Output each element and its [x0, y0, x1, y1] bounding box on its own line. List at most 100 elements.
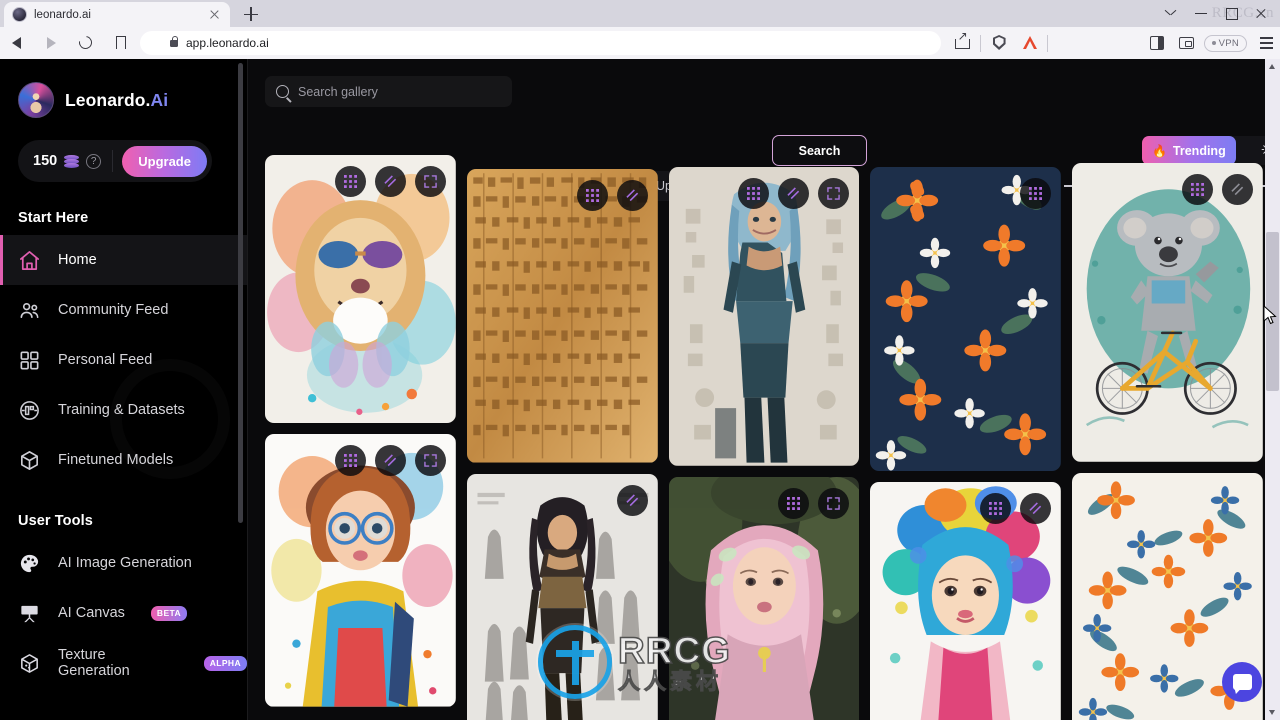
share-icon[interactable]	[947, 27, 977, 59]
sidebar-item-personal-feed[interactable]: Personal Feed	[0, 335, 247, 385]
remix-grid-icon[interactable]	[980, 493, 1012, 525]
scrollbar-up-arrow[interactable]	[1265, 59, 1280, 74]
gallery-card-blue-haired-fantasy-warrior[interactable]	[668, 167, 860, 466]
variations-icon[interactable]	[374, 166, 406, 197]
side-panel-icon[interactable]	[1141, 27, 1171, 59]
card-action-buttons	[1020, 178, 1052, 209]
variations-icon[interactable]	[1221, 174, 1253, 205]
variations-icon[interactable]	[778, 178, 810, 209]
address-bar[interactable]: app.leonardo.ai	[140, 31, 941, 55]
variations-icon[interactable]	[616, 484, 648, 516]
gallery-column	[265, 155, 456, 720]
expand-icon[interactable]	[414, 445, 446, 477]
back-button[interactable]	[0, 27, 34, 59]
reload-button[interactable]	[68, 27, 102, 59]
leonardo-favicon-icon	[12, 7, 27, 22]
remix-grid-icon[interactable]	[334, 445, 366, 477]
nav-section-title-user-tools: User Tools	[18, 513, 93, 529]
remix-grid-icon[interactable]	[778, 487, 810, 519]
window-close-icon[interactable]	[1246, 0, 1276, 27]
vpn-button[interactable]: VPN	[1203, 34, 1247, 52]
maximize-icon[interactable]	[1216, 0, 1246, 27]
page-scrollbar[interactable]	[1265, 59, 1280, 720]
toolbar-actions: VPN	[947, 27, 1280, 59]
coins-icon	[64, 154, 80, 168]
brand-name-text: Leonardo.	[65, 89, 151, 110]
expand-icon[interactable]	[818, 178, 850, 209]
sidebar-item-finetuned-models[interactable]: Finetuned Models	[0, 435, 247, 485]
bookmark-button[interactable]	[102, 27, 136, 59]
brand-logo[interactable]: Leonardo.Ai	[0, 59, 247, 118]
search-input[interactable]	[298, 84, 501, 99]
sidebar-scrollbar[interactable]	[238, 63, 243, 523]
leonardo-avatar	[18, 82, 54, 118]
gallery-card-girl-with-blue-glasses-colorful-splash[interactable]	[265, 434, 456, 707]
home-icon	[18, 249, 41, 272]
sidebar-item-home[interactable]: Home	[0, 235, 247, 285]
browser-tab[interactable]: leonardo.ai	[4, 2, 230, 27]
sidebar-item-training-datasets[interactable]: Training & Datasets	[0, 385, 247, 435]
variations-icon[interactable]	[1020, 493, 1052, 525]
tab-title: leonardo.ai	[34, 8, 91, 21]
wallet-icon[interactable]	[1171, 27, 1201, 59]
brand-name: Leonardo.Ai	[65, 90, 168, 111]
reload-icon	[76, 33, 95, 52]
gallery-card-pink-haired-fairy-portrait[interactable]	[668, 476, 860, 720]
sidebar-item-texture-generation[interactable]: Texture Generation ALPHA	[0, 638, 247, 688]
variations-icon[interactable]	[374, 445, 406, 477]
brave-lion-icon[interactable]	[1014, 27, 1044, 59]
chat-bubble-shape	[1232, 674, 1252, 690]
gallery-card-colorful-hair-woman-portrait[interactable]	[870, 482, 1062, 720]
toolbar-divider	[1046, 34, 1048, 52]
nav-list-start-here: Home Community Feed Personal Feed Traini…	[0, 235, 247, 485]
credits-pill: 150 ? Upgrade	[18, 140, 212, 182]
scrollbar-down-arrow[interactable]	[1265, 705, 1280, 720]
close-icon[interactable]	[207, 7, 222, 22]
sidebar-item-ai-canvas[interactable]: AI Canvas BETA	[0, 588, 247, 638]
vpn-status-dot	[1211, 41, 1216, 45]
badge-beta: BETA	[150, 605, 188, 621]
gallery-card-orange-floral-pattern-dark[interactable]	[870, 167, 1062, 472]
card-action-buttons	[616, 484, 648, 516]
gallery-card-egyptian-hieroglyphics-papyrus[interactable]	[466, 169, 658, 463]
brave-shield-icon[interactable]	[984, 27, 1014, 59]
upgrade-button[interactable]: Upgrade	[122, 145, 207, 177]
sidebar-item-ai-image-generation[interactable]: AI Image Generation	[0, 538, 247, 588]
new-tab-button[interactable]	[240, 3, 262, 25]
pill-divider	[112, 150, 114, 172]
remix-grid-icon[interactable]	[1020, 178, 1052, 209]
vpn-label: VPN	[1218, 37, 1239, 49]
main-content: All Upscaled 🔥 Trending New	[248, 59, 1280, 720]
gallery-card-watercolor-lion-with-sunglasses[interactable]	[265, 155, 456, 424]
toolbar-divider	[979, 34, 981, 52]
remix-grid-icon[interactable]	[334, 166, 366, 197]
expand-icon[interactable]	[414, 166, 446, 197]
variations-icon[interactable]	[616, 180, 648, 211]
image-gallery	[248, 155, 1280, 720]
help-circle-icon[interactable]: ?	[86, 153, 102, 169]
browser-window: leonardo.ai RRCG.cn app.leonardo.ai VPN …	[0, 0, 1280, 720]
gallery-column	[1072, 163, 1263, 720]
remix-grid-icon[interactable]	[576, 180, 608, 211]
chevron-down-icon[interactable]	[1156, 0, 1186, 27]
gallery-column	[668, 167, 860, 720]
minimize-icon[interactable]	[1186, 0, 1216, 27]
hamburger-menu-icon[interactable]	[1250, 27, 1280, 59]
artwork-fantasy-warrior	[668, 167, 860, 466]
expand-icon[interactable]	[818, 487, 850, 519]
forward-button[interactable]	[34, 27, 68, 59]
remix-grid-icon[interactable]	[1181, 174, 1213, 205]
intercom-chat-icon[interactable]	[1222, 662, 1262, 702]
forward-icon	[47, 37, 56, 49]
search-field[interactable]	[265, 76, 512, 107]
card-action-buttons	[980, 493, 1052, 525]
grid-squares-icon	[18, 349, 41, 372]
gallery-card-koala-riding-bicycle-sketch[interactable]	[1072, 163, 1263, 462]
gallery-columns	[265, 155, 1263, 720]
sidebar-item-community-feed[interactable]: Community Feed	[0, 285, 247, 335]
remix-grid-icon[interactable]	[738, 178, 770, 209]
gallery-card-dark-haired-warrior-character-sheet[interactable]	[466, 473, 658, 720]
card-action-buttons	[778, 487, 850, 519]
easel-icon	[18, 602, 41, 625]
browser-toolbar: app.leonardo.ai VPN	[0, 27, 1280, 59]
